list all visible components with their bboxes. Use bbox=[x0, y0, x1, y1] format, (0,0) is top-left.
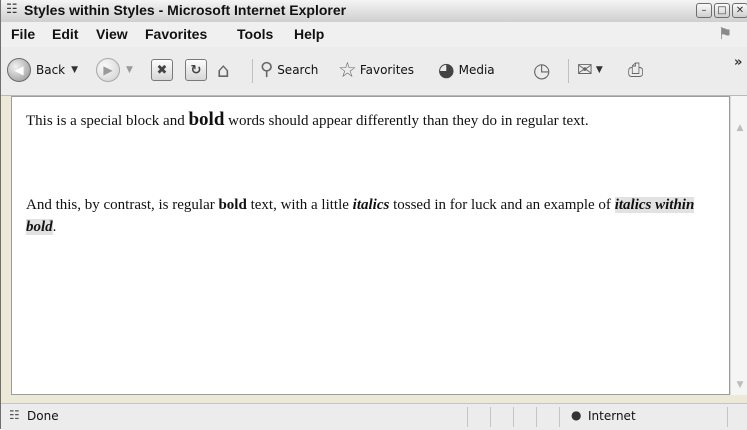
favorites-button[interactable]: ☆ Favorites bbox=[338, 57, 414, 83]
ie-window: ☷ Styles within Styles - Microsoft Inter… bbox=[0, 0, 747, 430]
mail-dropdown-icon[interactable]: ▼ bbox=[596, 65, 603, 75]
media-label: Media bbox=[458, 63, 495, 77]
close-button[interactable]: ✕ bbox=[732, 3, 747, 18]
stop-button[interactable]: ✖ bbox=[151, 57, 173, 83]
media-icon: ◕ bbox=[438, 59, 455, 81]
toolbar-overflow-icon[interactable]: » bbox=[734, 55, 742, 70]
regular-paragraph: And this, by contrast, is regular bold t… bbox=[26, 194, 696, 238]
refresh-icon: ↻ bbox=[185, 59, 207, 81]
history-button[interactable]: ◷ bbox=[533, 57, 550, 83]
maximize-button[interactable]: □ bbox=[714, 3, 730, 18]
search-icon: ⚲ bbox=[260, 59, 274, 80]
stop-icon: ✖ bbox=[151, 59, 173, 81]
menu-file[interactable]: File bbox=[11, 26, 35, 42]
status-text: Done bbox=[27, 409, 59, 423]
toolbar-separator bbox=[252, 59, 253, 83]
menu-edit[interactable]: Edit bbox=[52, 26, 78, 42]
status-panel bbox=[490, 407, 491, 427]
history-icon: ◷ bbox=[533, 58, 551, 82]
window-controls: – □ ✕ bbox=[696, 3, 747, 18]
para2-italic-word: italics bbox=[352, 197, 390, 213]
home-button[interactable]: ⌂ bbox=[217, 57, 230, 83]
globe-icon: ● bbox=[571, 408, 582, 422]
window-title: Styles within Styles - Microsoft Interne… bbox=[24, 2, 347, 18]
special-block-paragraph: This is a special block and bold words s… bbox=[26, 109, 696, 132]
toolbar: ◀ Back ▼ ▶ ▼ ✖ ↻ ⌂ ⚲ Search ☆ Favorites … bbox=[1, 47, 747, 96]
refresh-button[interactable]: ↻ bbox=[185, 57, 207, 83]
para1-text-start: This is a special block and bbox=[26, 113, 189, 129]
para1-bold-word: bold bbox=[188, 109, 225, 130]
toolbar-separator bbox=[568, 59, 569, 83]
forward-dropdown-icon[interactable]: ▼ bbox=[126, 65, 133, 75]
print-icon: ⎙ bbox=[628, 59, 644, 81]
back-icon: ◀ bbox=[7, 58, 31, 82]
para1-text-end: words should appear differently than the… bbox=[224, 113, 589, 129]
para2-text-end: . bbox=[52, 219, 57, 235]
status-bar: ☷ Done ● Internet bbox=[1, 403, 747, 430]
menu-help[interactable]: Help bbox=[294, 26, 324, 42]
mail-icon: ✉ bbox=[577, 59, 593, 81]
forward-icon: ▶ bbox=[96, 58, 120, 82]
ie-page-icon: ☷ bbox=[9, 408, 20, 422]
para2-text-start: And this, by contrast, is regular bbox=[26, 197, 219, 213]
ie-page-icon: ☷ bbox=[6, 2, 18, 17]
scroll-down-icon[interactable]: ▼ bbox=[733, 377, 747, 393]
security-zone: Internet bbox=[588, 409, 636, 423]
favorites-star-icon: ☆ bbox=[338, 58, 357, 82]
back-label: Back bbox=[36, 63, 66, 77]
mail-button[interactable]: ✉ ▼ bbox=[577, 57, 603, 83]
windows-flag-icon: ⚑ bbox=[717, 24, 733, 43]
back-button[interactable]: ◀ Back ▼ bbox=[7, 57, 78, 83]
forward-button[interactable]: ▶ ▼ bbox=[96, 57, 133, 83]
status-panel bbox=[536, 407, 537, 427]
favorites-label: Favorites bbox=[359, 63, 415, 77]
menu-view[interactable]: View bbox=[96, 26, 128, 42]
page-content: This is a special block and bold words s… bbox=[11, 96, 730, 395]
para2-bold-word: bold bbox=[218, 197, 247, 213]
media-button[interactable]: ◕ Media bbox=[438, 57, 495, 83]
scroll-up-icon[interactable]: ▲ bbox=[733, 120, 747, 136]
back-dropdown-icon[interactable]: ▼ bbox=[71, 65, 78, 75]
home-icon: ⌂ bbox=[217, 58, 230, 82]
minimize-button[interactable]: – bbox=[696, 3, 712, 18]
status-panel bbox=[727, 407, 728, 427]
search-label: Search bbox=[277, 63, 319, 77]
title-bar: ☷ Styles within Styles - Microsoft Inter… bbox=[1, 0, 747, 23]
para2-text-mid1: text, with a little bbox=[246, 197, 353, 213]
status-panel bbox=[467, 407, 468, 427]
status-panel bbox=[513, 407, 514, 427]
print-button[interactable]: ⎙ bbox=[628, 57, 643, 83]
para2-text-mid2: tossed in for luck and an example of bbox=[389, 197, 615, 213]
status-panel bbox=[559, 407, 560, 427]
menu-favorites[interactable]: Favorites bbox=[145, 26, 207, 42]
vertical-scrollbar[interactable]: ▲ ▼ bbox=[730, 96, 747, 395]
menu-bar: File Edit View Favorites Tools Help ⚑ bbox=[1, 22, 747, 48]
search-button[interactable]: ⚲ Search bbox=[260, 57, 318, 83]
menu-tools[interactable]: Tools bbox=[237, 26, 273, 42]
